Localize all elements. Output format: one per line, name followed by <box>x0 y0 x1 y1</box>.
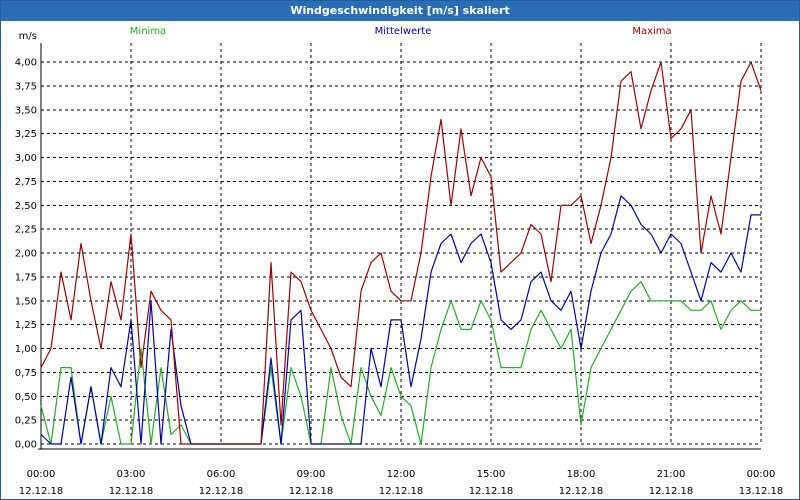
y-tick-label: 3,00 <box>15 153 37 164</box>
y-tick-label: 2,50 <box>15 201 37 212</box>
x-tick-time: 18:00 <box>567 469 596 480</box>
x-tick-time: 09:00 <box>297 469 326 480</box>
x-tick-time: 06:00 <box>207 469 236 480</box>
x-tick-date: 12.12.18 <box>379 486 424 497</box>
x-tick-date: 12.12.18 <box>19 486 64 497</box>
x-tick-date: 12.12.18 <box>559 486 604 497</box>
y-tick-label: 3,75 <box>15 81 37 92</box>
y-tick-label: 1,00 <box>15 344 37 355</box>
y-tick-label: 0,25 <box>15 416 37 427</box>
y-tick-label: 2,00 <box>15 249 37 260</box>
y-axis-unit: m/s <box>19 31 37 42</box>
y-tick-label: 0,00 <box>15 440 37 451</box>
y-tick-label: 3,25 <box>15 129 37 140</box>
legend-item-mittelwerte: Mittelwerte <box>375 26 432 37</box>
y-tick-label: 1,25 <box>15 320 37 331</box>
legend-item-minima: Minima <box>130 26 166 37</box>
y-tick-label: 0,75 <box>15 368 37 379</box>
x-tick-date: 12.12.18 <box>649 486 694 497</box>
wind-speed-chart: 0,00 0,25 0,50 0,75 1,00 1,25 1,50 1,75 2,00 2,25… <box>15 26 784 497</box>
x-tick-time: 12:00 <box>387 469 416 480</box>
y-tick-label: 2,25 <box>15 225 37 236</box>
y-tick-label: 1,50 <box>15 296 37 307</box>
x-tick-time: 00:00 <box>27 469 56 480</box>
x-tick-date: 12.12.18 <box>109 486 154 497</box>
series-line-mittelwerte <box>40 195 761 445</box>
window-title: Windgeschwindigkeit [m/s] skaliert <box>1 1 799 21</box>
y-tick-label: 1,75 <box>15 272 37 283</box>
legend-item-maxima: Maxima <box>632 26 671 37</box>
chart-window: Windgeschwindigkeit [m/s] skaliert 0,00 0… <box>0 0 800 500</box>
x-tick-date: 12.12.18 <box>199 486 244 497</box>
x-tick-time: 00:00 <box>747 469 776 480</box>
y-tick-label: 2,75 <box>15 177 37 188</box>
x-tick-date: 12.12.18 <box>289 486 334 497</box>
x-tick-time: 15:00 <box>477 469 506 480</box>
y-tick-label: 4,00 <box>15 58 37 69</box>
x-tick-time: 21:00 <box>657 469 686 480</box>
x-tick-date: 12.12.18 <box>469 486 514 497</box>
y-tick-label: 0,50 <box>15 392 37 403</box>
x-tick-time: 03:00 <box>117 469 146 480</box>
y-tick-label: 3,50 <box>15 105 37 116</box>
x-tick-date: 13.12.18 <box>739 486 784 497</box>
